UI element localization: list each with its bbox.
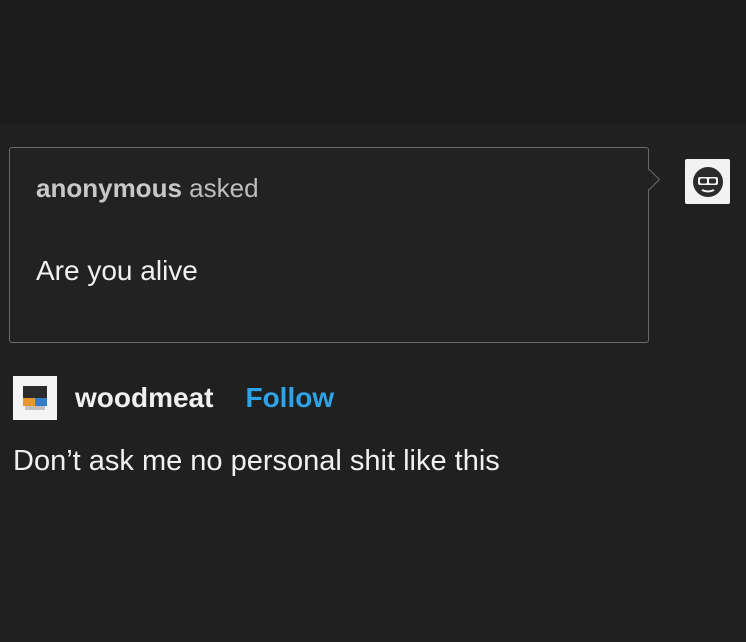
follow-button[interactable]: Follow <box>245 382 334 414</box>
anonymous-avatar-icon[interactable] <box>685 159 730 204</box>
asker-name: anonymous <box>36 173 182 203</box>
question-text: Are you alive <box>36 255 198 286</box>
blog-name-link[interactable]: woodmeat <box>75 382 213 414</box>
answer-text: Don’t ask me no personal shit like this <box>13 445 500 477</box>
answer-header: woodmeat Follow <box>13 376 334 420</box>
blog-avatar-icon[interactable] <box>13 376 57 420</box>
ask-bubble: anonymous asked Are you alive <box>9 147 649 343</box>
asker-line: anonymous asked <box>36 173 259 204</box>
top-dark-band <box>0 0 746 124</box>
asked-label: asked <box>189 173 259 203</box>
